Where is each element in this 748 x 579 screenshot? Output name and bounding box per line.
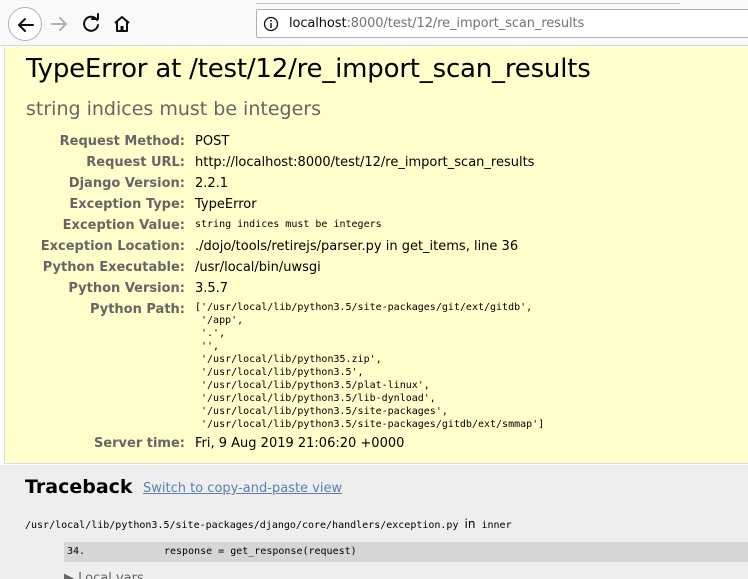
url-text: localhost:8000/test/12/re_import_scan_re… [289,16,584,31]
python-path-line: '/usr/local/lib/python3.5', [195,367,364,378]
meta-label: Exception Type: [69,197,185,212]
context-line-code: response = get_response(request) [164,546,357,557]
python-path-line: '/usr/local/lib/python3.5/site-packages'… [195,406,448,417]
python-path-line: '/usr/local/lib/python35.zip', [195,354,382,365]
forward-icon [51,17,67,31]
python-path-line: '/usr/local/lib/python3.5/plat-linux', [195,380,430,391]
meta-value: 3.5.7 [195,281,229,296]
back-button[interactable] [8,7,42,41]
error-summary: TypeError at /test/12/re_import_scan_res… [4,47,748,464]
meta-label: Python Executable: [42,260,185,275]
local-vars-label: Local vars [78,571,144,579]
home-icon [114,16,130,32]
url-bar[interactable]: localhost:8000/test/12/re_import_scan_re… [256,9,748,38]
meta-label: Python Path: [89,302,185,317]
meta-value: ./dojo/tools/retirejs/parser.py in get_i… [195,239,519,254]
meta-label: Exception Location: [40,239,185,254]
page-title: TypeError at /test/12/re_import_scan_res… [26,54,591,84]
back-icon [18,18,34,32]
exception-message: string indices must be integers [26,98,321,120]
meta-row-python-version: Python Version: 3.5.7 [5,281,748,302]
traceback-section: Traceback Switch to copy-and-paste view … [0,465,748,579]
meta-value: /usr/local/bin/uwsgi [195,260,321,275]
meta-row-server-time: Server time: Fri, 9 Aug 2019 21:06:20 +0… [5,436,748,457]
browser-toolbar: localhost:8000/test/12/re_import_scan_re… [0,0,748,46]
meta-value: POST [195,134,230,149]
switch-copy-paste-link[interactable]: Switch to copy-and-paste view [143,481,342,496]
triangle-right-icon: ▶ [64,571,79,579]
meta-row-exception-type: Exception Type: TypeError [5,197,748,218]
python-path-line: '/usr/local/lib/python3.5/lib-dynload', [195,393,436,404]
context-line-number: 34. [67,546,86,557]
frame-filename: /usr/local/lib/python3.5/site-packages/d… [25,520,459,531]
meta-label: Python Version: [68,281,185,296]
home-button[interactable] [109,11,135,37]
meta-value: 2.2.1 [195,176,229,191]
local-vars-toggle[interactable]: ▶ Local vars [64,571,144,579]
meta-row-python-executable: Python Executable: /usr/local/bin/uwsgi [5,260,748,281]
traceback-title: Traceback [25,476,133,498]
meta-label: Server time: [93,436,185,451]
meta-row-request-method: Request Method: POST [5,134,748,155]
python-path-line: '.', [195,328,226,339]
python-path-line: '/usr/local/lib/python3.5/site-packages/… [195,419,545,430]
tab-strip-edge [256,0,680,4]
info-icon[interactable] [263,16,279,32]
meta-label: Request Method: [59,134,185,149]
frame-header: /usr/local/lib/python3.5/site-packages/d… [25,517,512,531]
python-path-line: ['/usr/local/lib/python3.5/site-packages… [195,302,533,313]
frame-in-label: in [464,517,476,531]
meta-row-exception-location: Exception Location: ./dojo/tools/retirej… [5,239,748,260]
meta-row-request-url: Request URL: http://localhost:8000/test/… [5,155,748,176]
meta-label: Request URL: [86,155,185,170]
python-path-line: '', [195,341,220,352]
meta-value: string indices must be integers [195,219,382,230]
url-host: localhost [289,16,347,31]
meta-row-django-version: Django Version: 2.2.1 [5,176,748,197]
context-line[interactable]: 34. response = get_response(request) [64,542,748,562]
meta-value: TypeError [195,197,257,212]
meta-value: http://localhost:8000/test/12/re_import_… [195,155,535,170]
reload-icon [83,13,99,32]
url-path: :8000/test/12/re_import_scan_results [346,16,585,31]
reload-button[interactable] [78,11,104,37]
meta-value: Fri, 9 Aug 2019 21:06:20 +0000 [195,436,405,451]
meta-row-exception-value: Exception Value: string indices must be … [5,218,748,239]
frame-function: inner [481,520,512,531]
meta-label: Django Version: [68,176,185,191]
python-path-line: '/app', [195,315,244,326]
meta-label: Exception Value: [62,218,185,233]
forward-button[interactable] [46,11,72,37]
